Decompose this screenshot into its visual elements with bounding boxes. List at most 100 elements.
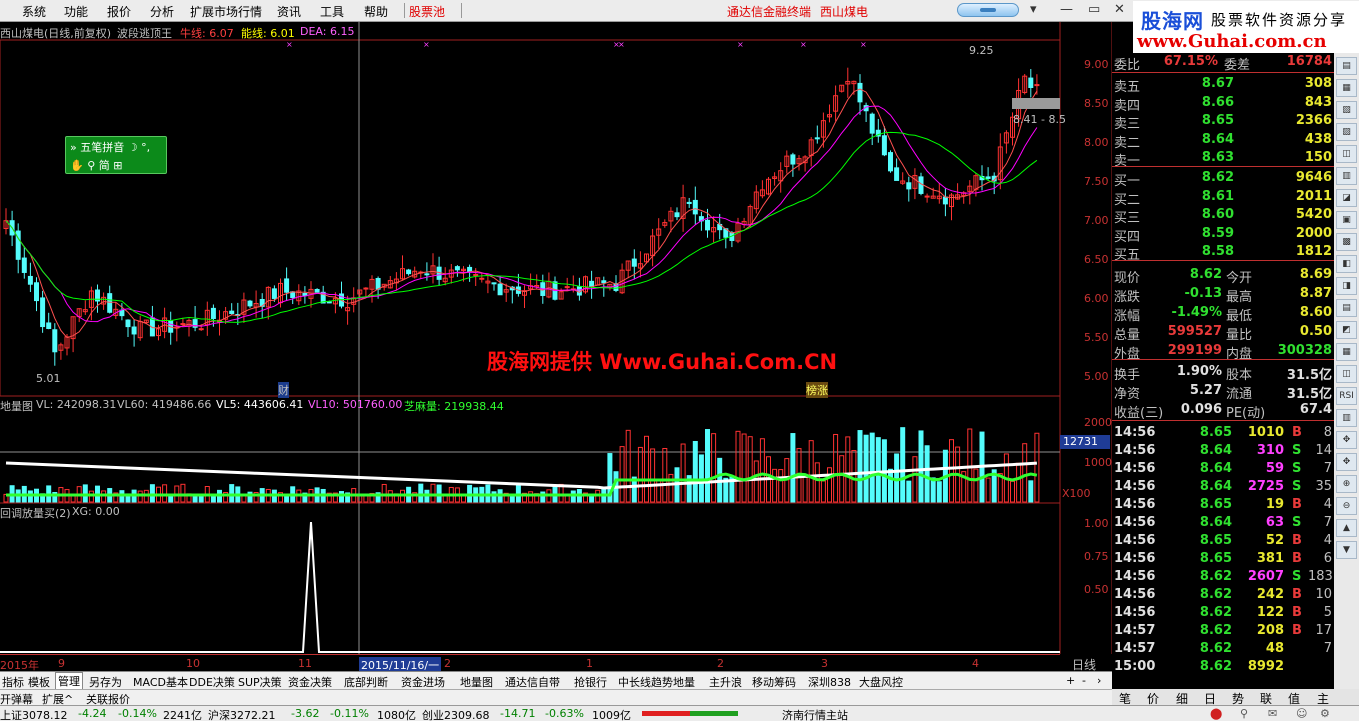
hs-index[interactable]: 沪深3272.21 bbox=[208, 707, 276, 721]
volume-bar bbox=[875, 437, 881, 503]
stat-row: 现价 8.62 今开 8.69 bbox=[1114, 267, 1332, 286]
tab-template[interactable]: 模板 bbox=[28, 674, 50, 690]
chart-area[interactable]: × × ×× × × × bbox=[0, 22, 1112, 654]
tab-fund-in[interactable]: 资金进场 bbox=[401, 674, 445, 690]
cy-index[interactable]: 创业2309.68 bbox=[422, 707, 490, 721]
tab-sup[interactable]: SUP决策 bbox=[238, 674, 282, 690]
tool-button[interactable]: ▨ bbox=[1336, 123, 1357, 141]
rank-marker[interactable]: 榜涨 bbox=[806, 382, 828, 398]
tool-button[interactable]: ▤ bbox=[1336, 299, 1357, 317]
tab-trend[interactable]: 中长线趋势地量 bbox=[618, 674, 695, 690]
menu-help[interactable]: 帮助 bbox=[364, 3, 388, 20]
tool-button[interactable]: ⊕ bbox=[1336, 475, 1357, 493]
menu-icon[interactable]: ▾ bbox=[1030, 2, 1037, 17]
menu-quote[interactable]: 报价 bbox=[107, 3, 131, 20]
tab-sz838[interactable]: 深圳838 bbox=[808, 674, 851, 690]
volume-bar bbox=[162, 484, 168, 503]
tab-chip[interactable]: 移动筹码 bbox=[752, 674, 796, 690]
ask-row[interactable]: 卖五 8.67 308 bbox=[1112, 75, 1334, 95]
ask-row[interactable]: 卖三 8.65 2366 bbox=[1112, 112, 1334, 132]
candle-body bbox=[705, 219, 710, 231]
menu-analysis[interactable]: 分析 bbox=[150, 3, 174, 20]
menu-stock-pool[interactable]: 股票池 bbox=[409, 3, 445, 20]
tab-diliang[interactable]: 地量图 bbox=[460, 674, 493, 690]
bid-row[interactable]: 买三 8.60 5420 bbox=[1112, 206, 1334, 226]
zoom-in-icon[interactable]: + bbox=[1066, 674, 1075, 687]
tool-button[interactable]: ▲ bbox=[1336, 519, 1357, 537]
move-icon[interactable]: ✥ bbox=[1336, 431, 1357, 449]
menu-ext-market[interactable]: 扩展市场行情 bbox=[190, 3, 262, 20]
tool-button[interactable]: ▤ bbox=[1336, 57, 1357, 75]
candle-body bbox=[424, 273, 430, 276]
tool-button[interactable]: ▼ bbox=[1336, 541, 1357, 559]
ask-row[interactable]: 卖二 8.64 438 bbox=[1112, 131, 1334, 151]
sig-yaxis: 0.75 bbox=[1084, 550, 1109, 563]
ime-tools[interactable]: ✋ ⚲ 简 ⊞ bbox=[70, 157, 122, 173]
tab-indicator[interactable]: 指标 bbox=[2, 674, 24, 690]
ime-mode[interactable]: » 五笔拼音 ☽ °, bbox=[70, 139, 150, 155]
tool-button[interactable]: ◫ bbox=[1336, 365, 1357, 383]
tab-bank[interactable]: 抢银行 bbox=[574, 674, 607, 690]
tool-button[interactable]: ▥ bbox=[1336, 409, 1357, 427]
ask-row[interactable]: 卖四 8.66 843 bbox=[1112, 94, 1334, 114]
candle-body bbox=[674, 212, 680, 218]
tool-button[interactable]: ▥ bbox=[1336, 167, 1357, 185]
bid-row[interactable]: 买一 8.62 9646 bbox=[1112, 169, 1334, 189]
volume-bar bbox=[918, 430, 924, 503]
tab-dde[interactable]: DDE决策 bbox=[189, 674, 235, 690]
tool-button[interactable]: ◩ bbox=[1336, 321, 1357, 339]
tab-bottom[interactable]: 底部判断 bbox=[344, 674, 388, 690]
status-bar: 上证3078.12 -4.24 -0.14% 2241亿 沪深3272.21 -… bbox=[0, 705, 1359, 721]
tab-main-wave[interactable]: 主升浪 bbox=[709, 674, 742, 690]
bid-row[interactable]: 买二 8.61 2011 bbox=[1112, 188, 1334, 208]
tool-button[interactable]: ▣ bbox=[1336, 211, 1357, 229]
menu-info[interactable]: 资讯 bbox=[277, 3, 301, 20]
tool-button[interactable]: ▧ bbox=[1336, 101, 1357, 119]
menu-function[interactable]: 功能 bbox=[64, 3, 88, 20]
tab-saveas[interactable]: 另存为 bbox=[89, 674, 122, 690]
ind-neng: 能线: 6.01 bbox=[241, 27, 295, 40]
ask-row[interactable]: 卖一 8.63 150 bbox=[1112, 149, 1334, 169]
menu-system[interactable]: 系统 bbox=[22, 3, 46, 20]
tab-tdx[interactable]: 通达信自带 bbox=[505, 674, 560, 690]
candle-body bbox=[473, 273, 479, 276]
tool-button[interactable]: ▦ bbox=[1336, 79, 1357, 97]
bid-row[interactable]: 买四 8.59 2000 bbox=[1112, 225, 1334, 245]
chat-icon[interactable]: ✉ bbox=[1268, 707, 1277, 720]
period-box[interactable]: 日线 bbox=[1060, 654, 1112, 672]
close-icon[interactable]: ✕ bbox=[1114, 2, 1125, 17]
server-name[interactable]: 济南行情主站 bbox=[782, 707, 848, 721]
search-icon[interactable]: ⚲ bbox=[1240, 707, 1248, 720]
tab-fund[interactable]: 资金决策 bbox=[288, 674, 332, 690]
finance-marker[interactable]: 财 bbox=[278, 382, 289, 398]
time-label: 10 bbox=[186, 657, 200, 670]
tool-button[interactable]: ◨ bbox=[1336, 277, 1357, 295]
tool-button[interactable]: ◫ bbox=[1336, 145, 1357, 163]
bid-row[interactable]: 买五 8.58 1812 bbox=[1112, 243, 1334, 263]
tab-risk[interactable]: 大盘风控 bbox=[859, 674, 903, 690]
tool-button[interactable]: ⊖ bbox=[1336, 497, 1357, 515]
tool-button[interactable]: ◧ bbox=[1336, 255, 1357, 273]
tabs-scroll-icon[interactable]: › bbox=[1097, 674, 1101, 687]
ime-toolbar[interactable]: » 五笔拼音 ☽ °, ✋ ⚲ 简 ⊞ bbox=[65, 136, 167, 174]
tab-macd[interactable]: MACD基本 bbox=[133, 674, 188, 690]
tool-button[interactable]: ◪ bbox=[1336, 189, 1357, 207]
search-icon: ⚲ bbox=[87, 159, 96, 172]
volume-bar bbox=[680, 443, 686, 503]
stat-row: 涨跌 -0.13 最高 8.87 bbox=[1114, 286, 1332, 305]
maximize-icon[interactable]: ▭ bbox=[1088, 2, 1100, 17]
tool-button[interactable]: RSI bbox=[1336, 387, 1357, 405]
minimize-icon[interactable]: — bbox=[1060, 2, 1073, 17]
toggle-switch[interactable] bbox=[957, 3, 1019, 17]
settings-icon[interactable]: ⚙ bbox=[1320, 707, 1330, 720]
user-icon[interactable]: ☺ bbox=[1296, 707, 1307, 720]
sh-index[interactable]: 上证3078.12 bbox=[0, 707, 68, 721]
alert-icon[interactable]: ⬤ bbox=[1210, 707, 1222, 720]
tool-button[interactable]: ▦ bbox=[1336, 343, 1357, 361]
menu-tools[interactable]: 工具 bbox=[320, 3, 344, 20]
ind-dea: DEA: 6.15 bbox=[300, 25, 355, 38]
move-icon[interactable]: ✥ bbox=[1336, 453, 1357, 471]
tab-manage[interactable]: 管理 bbox=[55, 672, 83, 690]
tool-button[interactable]: ▩ bbox=[1336, 233, 1357, 251]
zoom-out-icon[interactable]: - bbox=[1082, 674, 1086, 687]
